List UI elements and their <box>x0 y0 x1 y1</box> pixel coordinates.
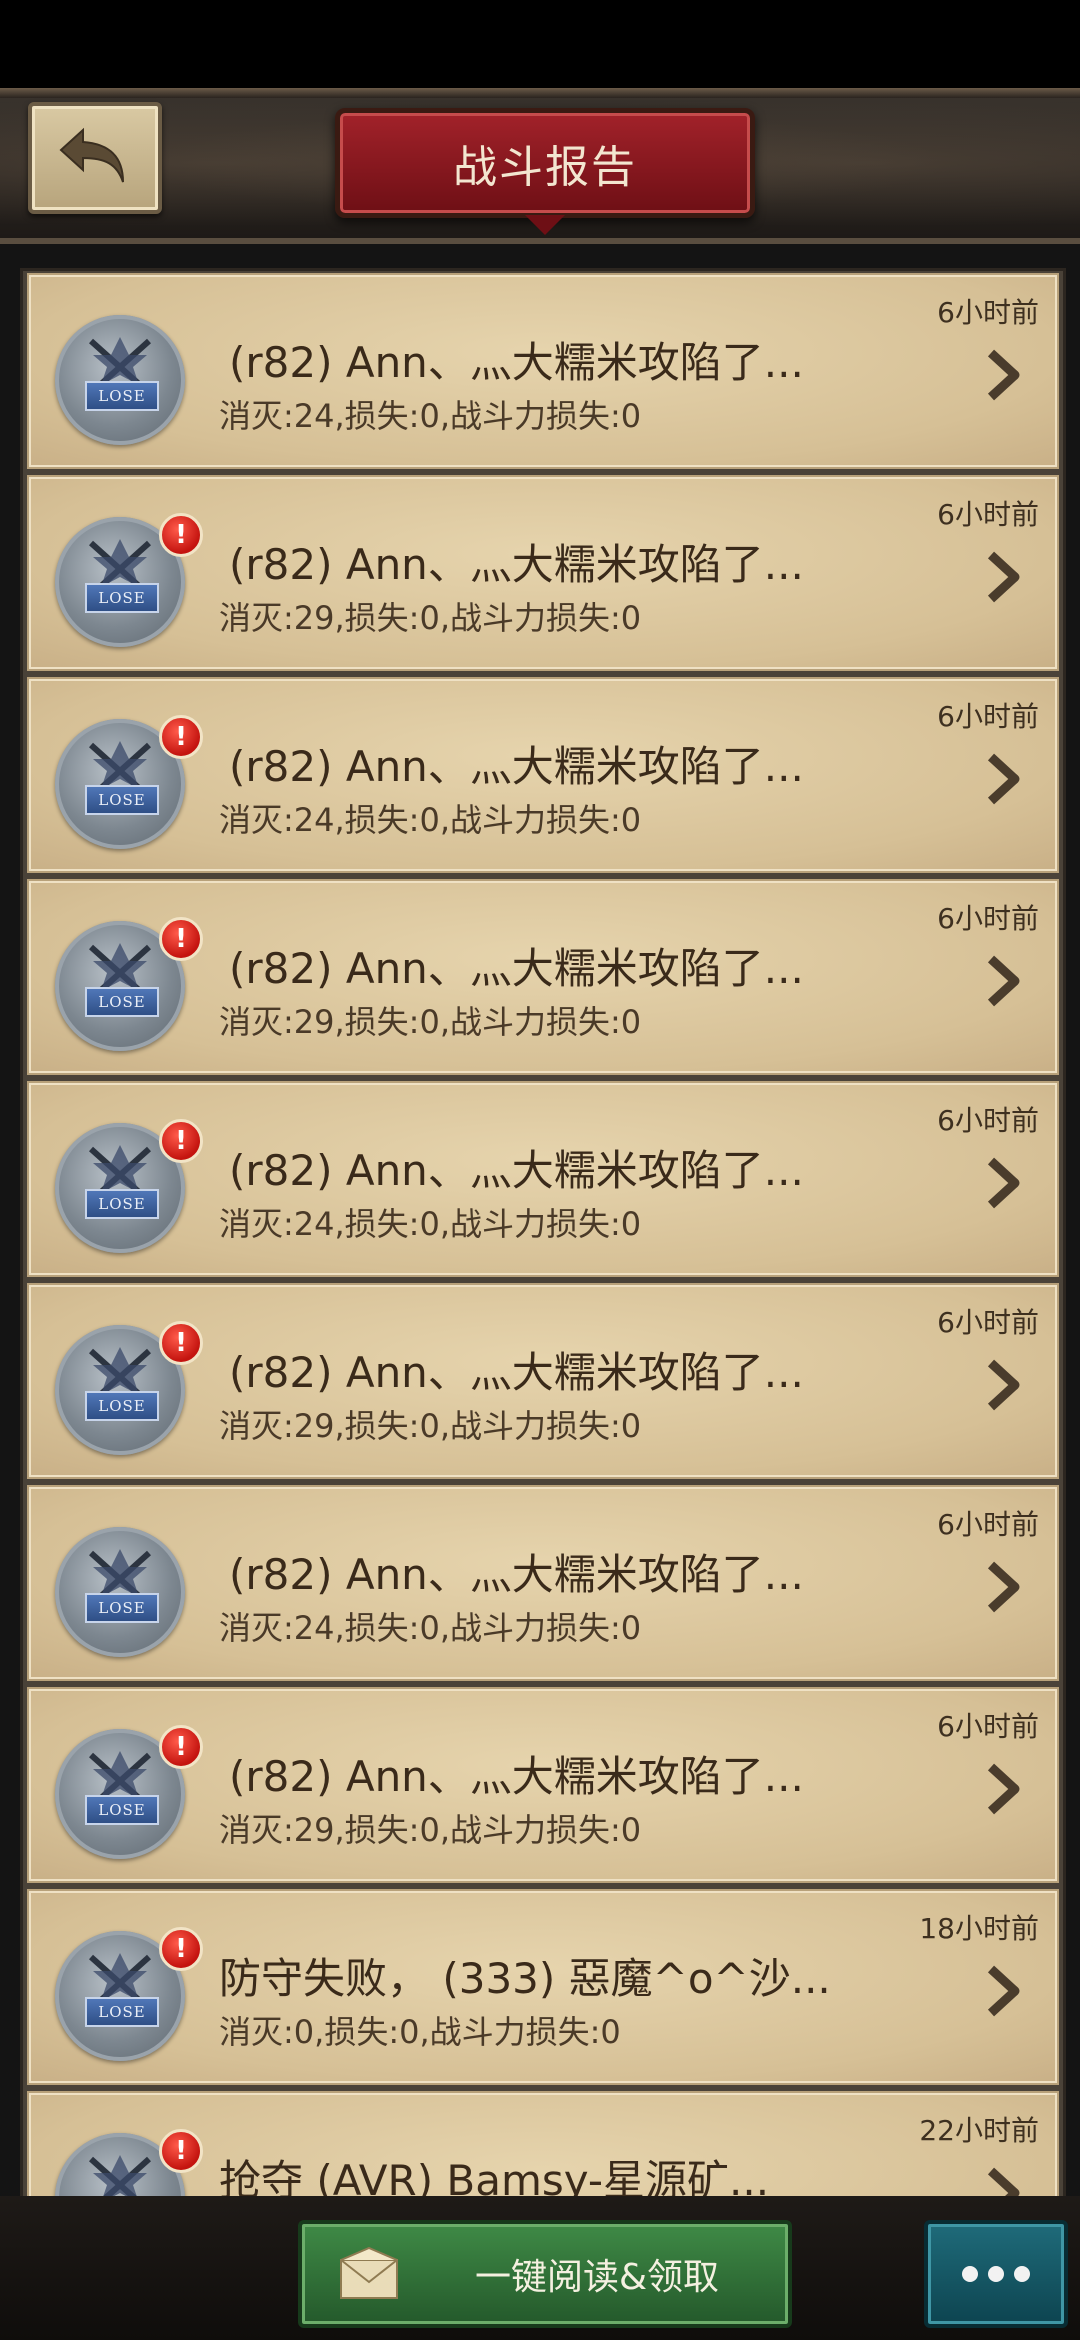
lose-label: LOSE <box>85 1189 159 1219</box>
chevron-right-icon <box>987 1965 1020 2017</box>
battle-result-icon: LOSE ! <box>55 715 203 849</box>
page-title: 战斗报告 <box>453 142 637 193</box>
report-time: 6小时前 <box>937 902 1039 935</box>
report-time: 18小时前 <box>919 1912 1039 1945</box>
unread-alert-icon: ! <box>159 513 203 557</box>
report-row[interactable]: LOSE ! (r82) Ann、灬大糯米攻陷了... 消灭:24,损失:0,战… <box>27 1081 1059 1277</box>
report-title: (r82) Ann、灬大糯米攻陷了... <box>229 742 804 791</box>
report-row[interactable]: LOSE (r82) Ann、灬大糯米攻陷了... 消灭:24,损失:0,战斗力… <box>27 273 1059 469</box>
report-stats: 消灭:29,损失:0,战斗力损失:0 <box>219 1811 642 1849</box>
lose-badge-icon: LOSE <box>55 1527 185 1657</box>
report-time: 6小时前 <box>937 700 1039 733</box>
battle-result-icon: LOSE ! <box>55 1321 203 1455</box>
chevron-right-icon <box>987 753 1020 805</box>
report-time: 6小时前 <box>937 296 1039 329</box>
report-time: 6小时前 <box>937 1306 1039 1339</box>
report-row[interactable]: LOSE ! (r82) Ann、灬大糯米攻陷了... 消灭:29,损失:0,战… <box>27 475 1059 671</box>
report-stats: 消灭:29,损失:0,战斗力损失:0 <box>219 1003 642 1041</box>
lose-label: LOSE <box>85 1391 159 1421</box>
back-button[interactable] <box>28 102 162 214</box>
more-options-button[interactable] <box>924 2220 1068 2328</box>
report-time: 6小时前 <box>937 1508 1039 1541</box>
report-title: (r82) Ann、灬大糯米攻陷了... <box>229 1752 804 1801</box>
read-all-label: 一键阅读&领取 <box>474 2257 720 2298</box>
battle-result-icon: LOSE <box>55 1527 185 1657</box>
report-title: (r82) Ann、灬大糯米攻陷了... <box>229 1146 804 1195</box>
envelope-icon <box>340 2246 398 2299</box>
report-row[interactable]: LOSE ! (r82) Ann、灬大糯米攻陷了... 消灭:24,损失:0,战… <box>27 677 1059 873</box>
lose-label: LOSE <box>85 1795 159 1825</box>
header-bar: 战斗报告 <box>0 88 1080 244</box>
battle-result-icon: LOSE ! <box>55 2129 203 2199</box>
title-plaque: 战斗报告 <box>335 108 755 235</box>
report-stats: 消灭:29,损失:0,战斗力损失:0 <box>219 599 642 637</box>
report-title: 抢夺 (AVR) Bamsy-星源矿... <box>219 2156 770 2202</box>
unread-alert-icon: ! <box>159 2129 203 2173</box>
report-stats: 消灭:24,损失:0,战斗力损失:0 <box>219 397 642 435</box>
unread-alert-icon: ! <box>159 1927 203 1971</box>
report-list[interactable]: LOSE (r82) Ann、灬大糯米攻陷了... 消灭:24,损失:0,战斗力… <box>20 268 1066 2202</box>
battle-result-icon: LOSE ! <box>55 917 203 1051</box>
lose-label: LOSE <box>85 785 159 815</box>
lose-label: LOSE <box>85 1593 159 1623</box>
report-row[interactable]: LOSE ! (r82) Ann、灬大糯米攻陷了... 消灭:29,损失:0,战… <box>27 1283 1059 1479</box>
report-stats: 消灭:0,损失:0,战斗力损失:0 <box>219 2013 621 2051</box>
chevron-right-icon <box>987 1359 1020 1411</box>
unread-alert-icon: ! <box>159 1321 203 1365</box>
more-dots-icon <box>957 2266 1035 2282</box>
report-row[interactable]: LOSE (r82) Ann、灬大糯米攻陷了... 消灭:24,损失:0,战斗力… <box>27 1485 1059 1681</box>
report-stats: 消灭:24,损失:0,战斗力损失:0 <box>219 1205 642 1243</box>
report-row[interactable]: LOSE ! (r82) Ann、灬大糯米攻陷了... 消灭:29,损失:0,战… <box>27 1687 1059 1883</box>
report-stats: 消灭:24,损失:0,战斗力损失:0 <box>219 1609 642 1647</box>
chevron-right-icon <box>987 349 1020 401</box>
report-title: (r82) Ann、灬大糯米攻陷了... <box>229 1348 804 1397</box>
battle-result-icon: LOSE ! <box>55 1927 203 2061</box>
crossed-swords-icon <box>88 2155 152 2199</box>
report-title: (r82) Ann、灬大糯米攻陷了... <box>229 944 804 993</box>
unread-alert-icon: ! <box>159 715 203 759</box>
battle-result-icon: LOSE ! <box>55 1119 203 1253</box>
report-title: (r82) Ann、灬大糯米攻陷了... <box>229 1550 804 1599</box>
report-row[interactable]: LOSE ! 抢夺 (AVR) Bamsy-星源矿... 22小时前 <box>27 2091 1059 2202</box>
chevron-right-icon <box>987 1157 1020 1209</box>
lose-badge-icon: LOSE <box>55 315 185 445</box>
back-arrow-icon <box>59 127 124 183</box>
report-stats: 消灭:24,损失:0,战斗力损失:0 <box>219 801 642 839</box>
report-stats: 消灭:29,损失:0,战斗力损失:0 <box>219 1407 642 1445</box>
chevron-right-icon <box>987 1561 1020 1613</box>
report-time: 6小时前 <box>937 1710 1039 1743</box>
unread-alert-icon: ! <box>159 1119 203 1163</box>
report-time: 22小时前 <box>919 2114 1039 2147</box>
battle-result-icon: LOSE ! <box>55 1725 203 1859</box>
battle-result-icon: LOSE ! <box>55 513 203 647</box>
lose-label: LOSE <box>85 1997 159 2027</box>
report-time: 6小时前 <box>937 1104 1039 1137</box>
battle-result-icon: LOSE <box>55 315 185 445</box>
unread-alert-icon: ! <box>159 1725 203 1769</box>
chevron-right-icon <box>987 1763 1020 1815</box>
lose-label: LOSE <box>85 381 159 411</box>
lose-label: LOSE <box>85 583 159 613</box>
status-bar <box>0 0 1080 90</box>
report-title: (r82) Ann、灬大糯米攻陷了... <box>229 540 804 589</box>
chevron-right-icon <box>987 955 1020 1007</box>
lose-label: LOSE <box>85 987 159 1017</box>
report-title: (r82) Ann、灬大糯米攻陷了... <box>229 338 804 387</box>
unread-alert-icon: ! <box>159 917 203 961</box>
report-time: 6小时前 <box>937 498 1039 531</box>
read-all-claim-button[interactable]: 一键阅读&领取 <box>298 2220 792 2328</box>
chevron-right-icon <box>987 551 1020 603</box>
report-row[interactable]: LOSE ! (r82) Ann、灬大糯米攻陷了... 消灭:29,损失:0,战… <box>27 879 1059 1075</box>
report-row[interactable]: LOSE ! 防守失败， (333) 惡魔^o^沙... 消灭:0,损失:0,战… <box>27 1889 1059 2085</box>
report-title: 防守失败， (333) 惡魔^o^沙... <box>219 1954 831 2003</box>
